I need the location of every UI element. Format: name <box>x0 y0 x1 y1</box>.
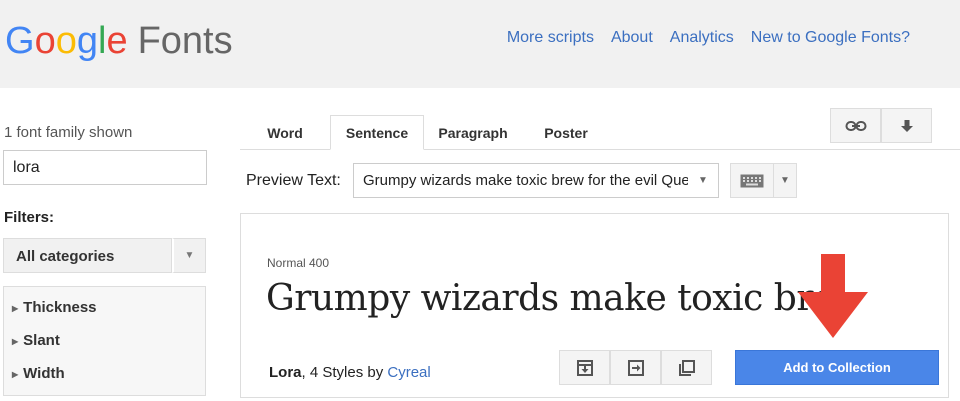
font-card: Normal 400 Grumpy wizards make toxic bre… <box>240 213 949 398</box>
caret-right-icon: ▶ <box>12 303 19 313</box>
chevron-down-icon[interactable]: ▼ <box>172 238 206 273</box>
filter-width[interactable]: ▶ Width <box>12 365 65 382</box>
caret-right-icon: ▶ <box>12 369 19 379</box>
caret-right-icon: ▶ <box>12 336 19 346</box>
google-fonts-logo[interactable]: Google Fonts <box>5 18 233 64</box>
download-button[interactable] <box>881 108 932 143</box>
font-family-info: Lora, 4 Styles by Cyreal <box>269 364 431 381</box>
font-family-name[interactable]: Lora <box>269 364 302 381</box>
preview-text-select[interactable]: Grumpy wizards make toxic brew for the e… <box>353 163 719 198</box>
down-arrow-annotation-icon <box>798 254 868 338</box>
chevron-down-icon[interactable]: ▼ <box>688 164 718 197</box>
tab-poster[interactable]: Poster <box>526 115 606 150</box>
keyboard-select[interactable]: ▼ <box>730 163 797 198</box>
nav-analytics-link[interactable]: Analytics <box>670 29 734 47</box>
header: Google Fonts More scripts About Analytics… <box>0 0 960 88</box>
tab-sentence[interactable]: Sentence <box>330 115 424 150</box>
preview-text-value: Grumpy wizards make toxic brew for the e… <box>363 172 688 189</box>
nav-new-to-google-fonts-link[interactable]: New to Google Fonts? <box>751 29 910 47</box>
pop-out-icon <box>627 359 644 376</box>
style-label: Normal 400 <box>267 256 330 270</box>
filter-thickness[interactable]: ▶ Thickness <box>12 299 97 316</box>
quick-use-button[interactable] <box>559 350 610 385</box>
category-select-value: All categories <box>3 238 172 273</box>
search-input[interactable]: lora <box>3 150 207 185</box>
tab-paragraph[interactable]: Paragraph <box>426 115 520 150</box>
toolbar <box>830 108 932 143</box>
compare-icon <box>678 359 695 376</box>
download-icon <box>900 119 913 132</box>
family-count: 1 font family shown <box>4 124 133 141</box>
category-select[interactable]: All categories ▼ <box>3 238 206 273</box>
quick-use-icon <box>576 359 593 376</box>
chevron-down-icon[interactable]: ▼ <box>774 164 796 197</box>
preview-text-label: Preview Text: <box>246 172 341 189</box>
designer-link[interactable]: Cyreal <box>387 364 430 381</box>
card-actions <box>559 350 712 385</box>
tab-word[interactable]: Word <box>250 115 320 150</box>
nav-more-scripts-link[interactable]: More scripts <box>507 29 594 47</box>
pop-out-button[interactable] <box>610 350 661 385</box>
link-button[interactable] <box>830 108 881 143</box>
keyboard-icon[interactable] <box>731 164 774 197</box>
filters-label: Filters: <box>4 209 55 226</box>
top-nav: More scripts About Analytics New to Goog… <box>507 29 910 47</box>
compare-button[interactable] <box>661 350 712 385</box>
link-icon <box>845 120 866 131</box>
nav-about-link[interactable]: About <box>611 29 653 47</box>
filter-panel: ▶ Thickness ▶ Slant ▶ Width <box>3 286 206 396</box>
filter-slant[interactable]: ▶ Slant <box>12 332 60 349</box>
add-to-collection-button[interactable]: Add to Collection <box>735 350 939 385</box>
